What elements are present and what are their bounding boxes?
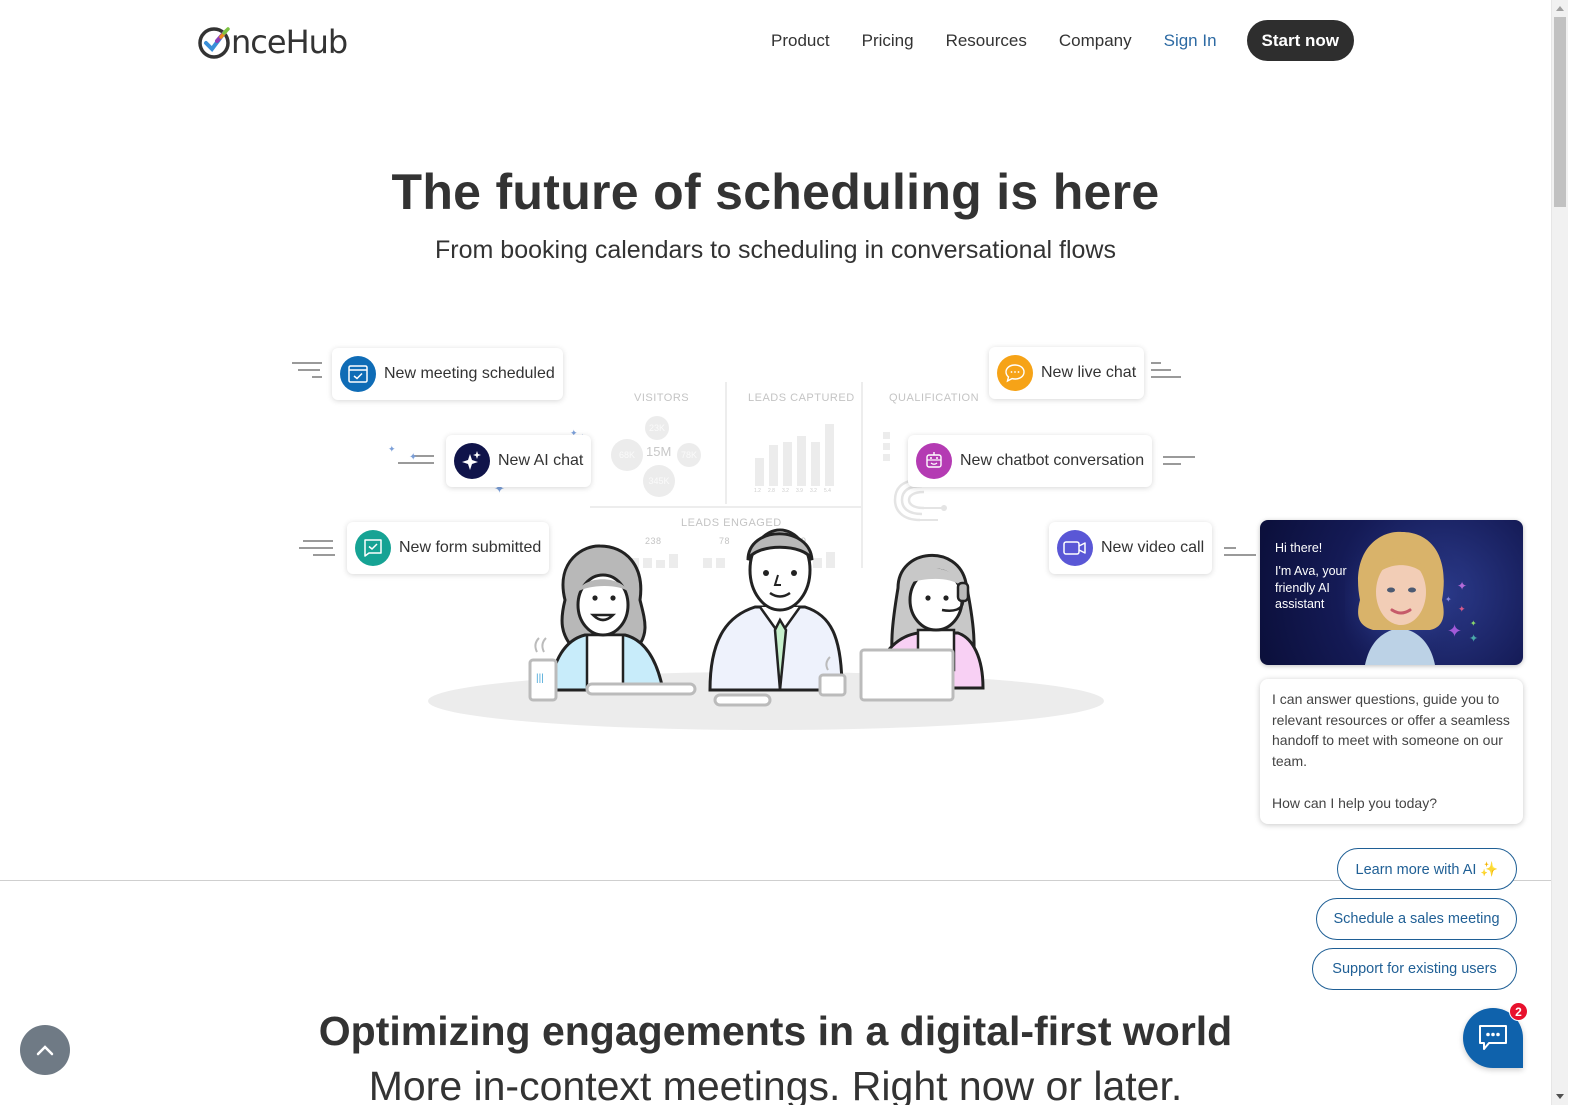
- leads-captured-bar: [755, 458, 764, 486]
- svg-text:✦: ✦: [1458, 604, 1466, 614]
- card-new-form-submitted: New form submitted: [347, 522, 550, 574]
- leads-captured-bar: [783, 441, 792, 486]
- learn-more-ai-button[interactable]: Learn more with AI ✨: [1337, 848, 1517, 890]
- form-check-icon: [355, 530, 391, 566]
- scrollbar-thumb[interactable]: [1554, 17, 1566, 207]
- schedule-sales-meeting-button[interactable]: Schedule a sales meeting: [1316, 898, 1517, 940]
- leads-captured-tick: 1.2: [754, 488, 761, 494]
- calendar-check-icon: [340, 356, 376, 392]
- ava-message-text: I can answer questions, guide you to rel…: [1272, 691, 1510, 770]
- motion-lines: [1224, 547, 1256, 561]
- svg-text:✦: ✦: [1457, 579, 1467, 593]
- section-divider: [0, 880, 1551, 881]
- leads-captured-label: LEADS CAPTURED: [748, 392, 855, 404]
- ava-greeting: Hi there!: [1275, 541, 1323, 555]
- ava-message: I can answer questions, guide you to rel…: [1260, 679, 1523, 824]
- leads-captured-tick: 5.4: [824, 488, 831, 494]
- svg-text:✦: ✦: [1469, 633, 1478, 645]
- card-new-ai-chat: New AI chat: [446, 435, 592, 487]
- scroll-to-top-button[interactable]: [20, 1025, 70, 1075]
- leads-captured-bar: [769, 445, 778, 486]
- visitors-bubble: 78K: [677, 443, 701, 467]
- qualification-label: QUALIFICATION: [889, 392, 980, 404]
- card-new-chatbot-conversation: New chatbot conversation: [908, 435, 1153, 487]
- section-title: Optimizing engagements in a digital-firs…: [318, 1008, 1233, 1054]
- person-man-center: [708, 528, 847, 707]
- scroll-up-arrow-icon[interactable]: [1552, 0, 1568, 17]
- section-subtitle: More in-context meetings. Right now or l…: [368, 1063, 1183, 1105]
- leads-captured-tick: 3.2: [810, 488, 817, 494]
- leads-captured-bar: [797, 436, 806, 486]
- support-existing-users-button[interactable]: Support for existing users: [1312, 948, 1517, 990]
- sparkle-icon: ✦: [409, 452, 418, 463]
- motion-lines: [292, 362, 322, 383]
- sparkles-icon: [454, 443, 490, 479]
- card-label: New chatbot conversation: [960, 452, 1145, 469]
- person-woman-left: |||: [528, 544, 697, 702]
- scroll-down-arrow-icon[interactable]: [1552, 1088, 1568, 1105]
- motion-lines: [1163, 456, 1195, 470]
- ava-assistant-card[interactable]: Hi there! I'm Ava, your friendly AI assi…: [1260, 520, 1523, 665]
- svg-text:|||: |||: [536, 673, 544, 684]
- visitors-bubble: 68K: [611, 439, 643, 471]
- ava-avatar: ✦ ✦ ✦ ✦ ✦ ✦: [1345, 530, 1478, 665]
- chat-bubble-icon: [997, 355, 1033, 391]
- card-label: New form submitted: [399, 539, 542, 556]
- card-label: New meeting scheduled: [384, 365, 555, 382]
- card-new-video-call: New video call: [1049, 522, 1213, 574]
- motion-lines: [299, 540, 335, 561]
- card-new-live-chat: New live chat: [989, 347, 1145, 399]
- svg-text:✦: ✦: [1470, 619, 1477, 628]
- motion-lines: [1151, 362, 1181, 383]
- card-label: New AI chat: [498, 452, 584, 469]
- sparkle-icon: ✦: [388, 444, 396, 454]
- svg-text:✦: ✦: [1447, 621, 1462, 641]
- leads-captured-tick: 3.2: [782, 488, 789, 494]
- card-label: New video call: [1101, 539, 1205, 556]
- leads-captured-bar: [811, 441, 820, 486]
- person-woman-headset: [859, 554, 985, 702]
- svg-text:✦: ✦: [1445, 595, 1452, 604]
- leads-captured-tick: 3.9: [796, 488, 803, 494]
- visitors-bubble: 23K: [645, 416, 669, 440]
- card-label: New live chat: [1041, 364, 1137, 381]
- ava-question-text: How can I help you today?: [1272, 794, 1437, 811]
- page-scrollbar[interactable]: [1551, 0, 1568, 1105]
- card-new-meeting-scheduled: New meeting scheduled: [332, 348, 563, 400]
- ava-intro: I'm Ava, your friendly AI assistant: [1275, 564, 1347, 611]
- robot-icon: [916, 443, 952, 479]
- visitors-label: VISITORS: [634, 392, 690, 404]
- leads-captured-bar: [825, 424, 834, 486]
- leads-captured-tick: 2.8: [768, 488, 775, 494]
- video-camera-icon: [1057, 530, 1093, 566]
- visitors-total: 15M: [646, 444, 672, 459]
- visitors-bubble: 345K: [643, 465, 675, 497]
- chevron-up-icon: [36, 1045, 54, 1056]
